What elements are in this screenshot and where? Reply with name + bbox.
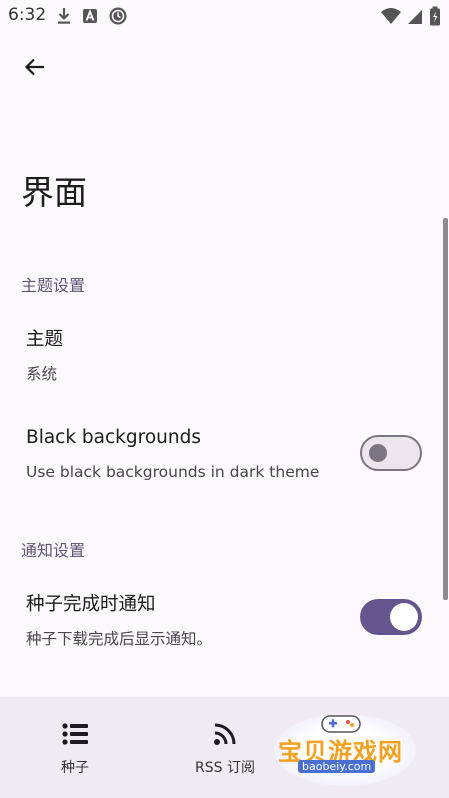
switch-thumb: [390, 603, 418, 631]
status-time: 6:32: [8, 5, 47, 25]
black-backgrounds-switch[interactable]: [360, 435, 422, 471]
section-header-notifications: 通知设置: [21, 541, 86, 560]
pref-black-backgrounds-summary: Use black backgrounds in dark theme: [26, 463, 320, 481]
pref-theme-title: 主题: [26, 329, 64, 350]
pref-torrent-complete-summary: 种子下载完成后显示通知。: [26, 630, 213, 648]
sync-clock-icon: [108, 6, 128, 26]
torrent-complete-switch[interactable]: [360, 599, 422, 635]
nav-item-torrents[interactable]: 种子: [24, 697, 126, 798]
status-icons-left: [56, 6, 128, 26]
font-a-icon: [82, 8, 98, 24]
status-icons-right: [381, 6, 441, 26]
scrollbar[interactable]: [443, 218, 448, 600]
status-bar: 6:32: [0, 0, 449, 32]
signal-icon: [407, 7, 423, 25]
arrow-back-icon: [23, 55, 47, 83]
page-title: 界面: [21, 173, 87, 212]
rss-icon: [213, 721, 237, 747]
switch-thumb: [369, 444, 387, 462]
pref-black-backgrounds-title: Black backgrounds: [26, 427, 201, 448]
battery-icon: [429, 6, 441, 26]
pref-torrent-complete-title: 种子完成时通知: [26, 594, 156, 615]
nav-label-rss: RSS 订阅: [195, 760, 255, 776]
list-icon: [62, 721, 88, 747]
watermark-logo: 宝贝游戏网 baobeiy.com: [268, 710, 428, 790]
download-icon: [56, 7, 72, 25]
wifi-icon: [381, 7, 401, 25]
nav-item-rss[interactable]: RSS 订阅: [174, 697, 276, 798]
pref-theme-summary: 系统: [26, 365, 58, 383]
watermark-url: baobeiy.com: [298, 760, 376, 773]
section-header-theme: 主题设置: [21, 276, 86, 295]
back-button[interactable]: [18, 52, 52, 86]
nav-label-torrents: 种子: [61, 760, 89, 776]
